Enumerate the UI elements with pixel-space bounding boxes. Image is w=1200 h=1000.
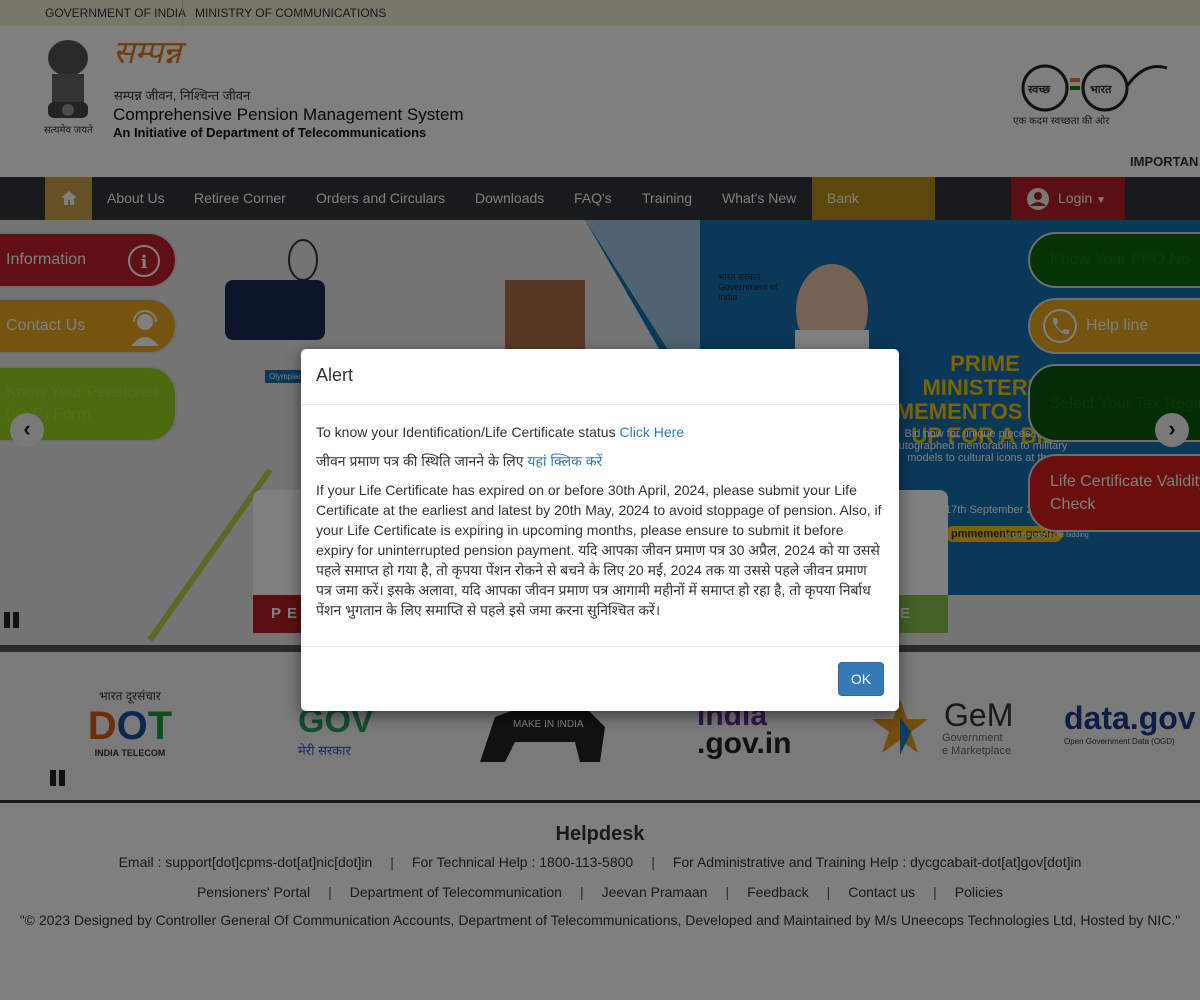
modal-title: Alert — [301, 349, 899, 405]
lc-status-text-hindi: जीवन प्रमाण पत्र की स्थिति जानने के लिए — [316, 453, 528, 469]
lc-status-text: To know your Identification/Life Certifi… — [316, 424, 620, 440]
lc-notice: If your Life Certificate has expired on … — [316, 482, 882, 618]
click-here-link-hindi[interactable]: यहां क्लिक करें — [527, 453, 602, 469]
alert-modal: Alert To know your Identification/Life C… — [301, 349, 899, 711]
ok-button[interactable]: OK — [838, 662, 884, 696]
modal-body: To know your Identification/Life Certifi… — [301, 405, 899, 646]
click-here-link[interactable]: Click Here — [619, 424, 684, 440]
modal-footer: OK — [301, 646, 899, 711]
